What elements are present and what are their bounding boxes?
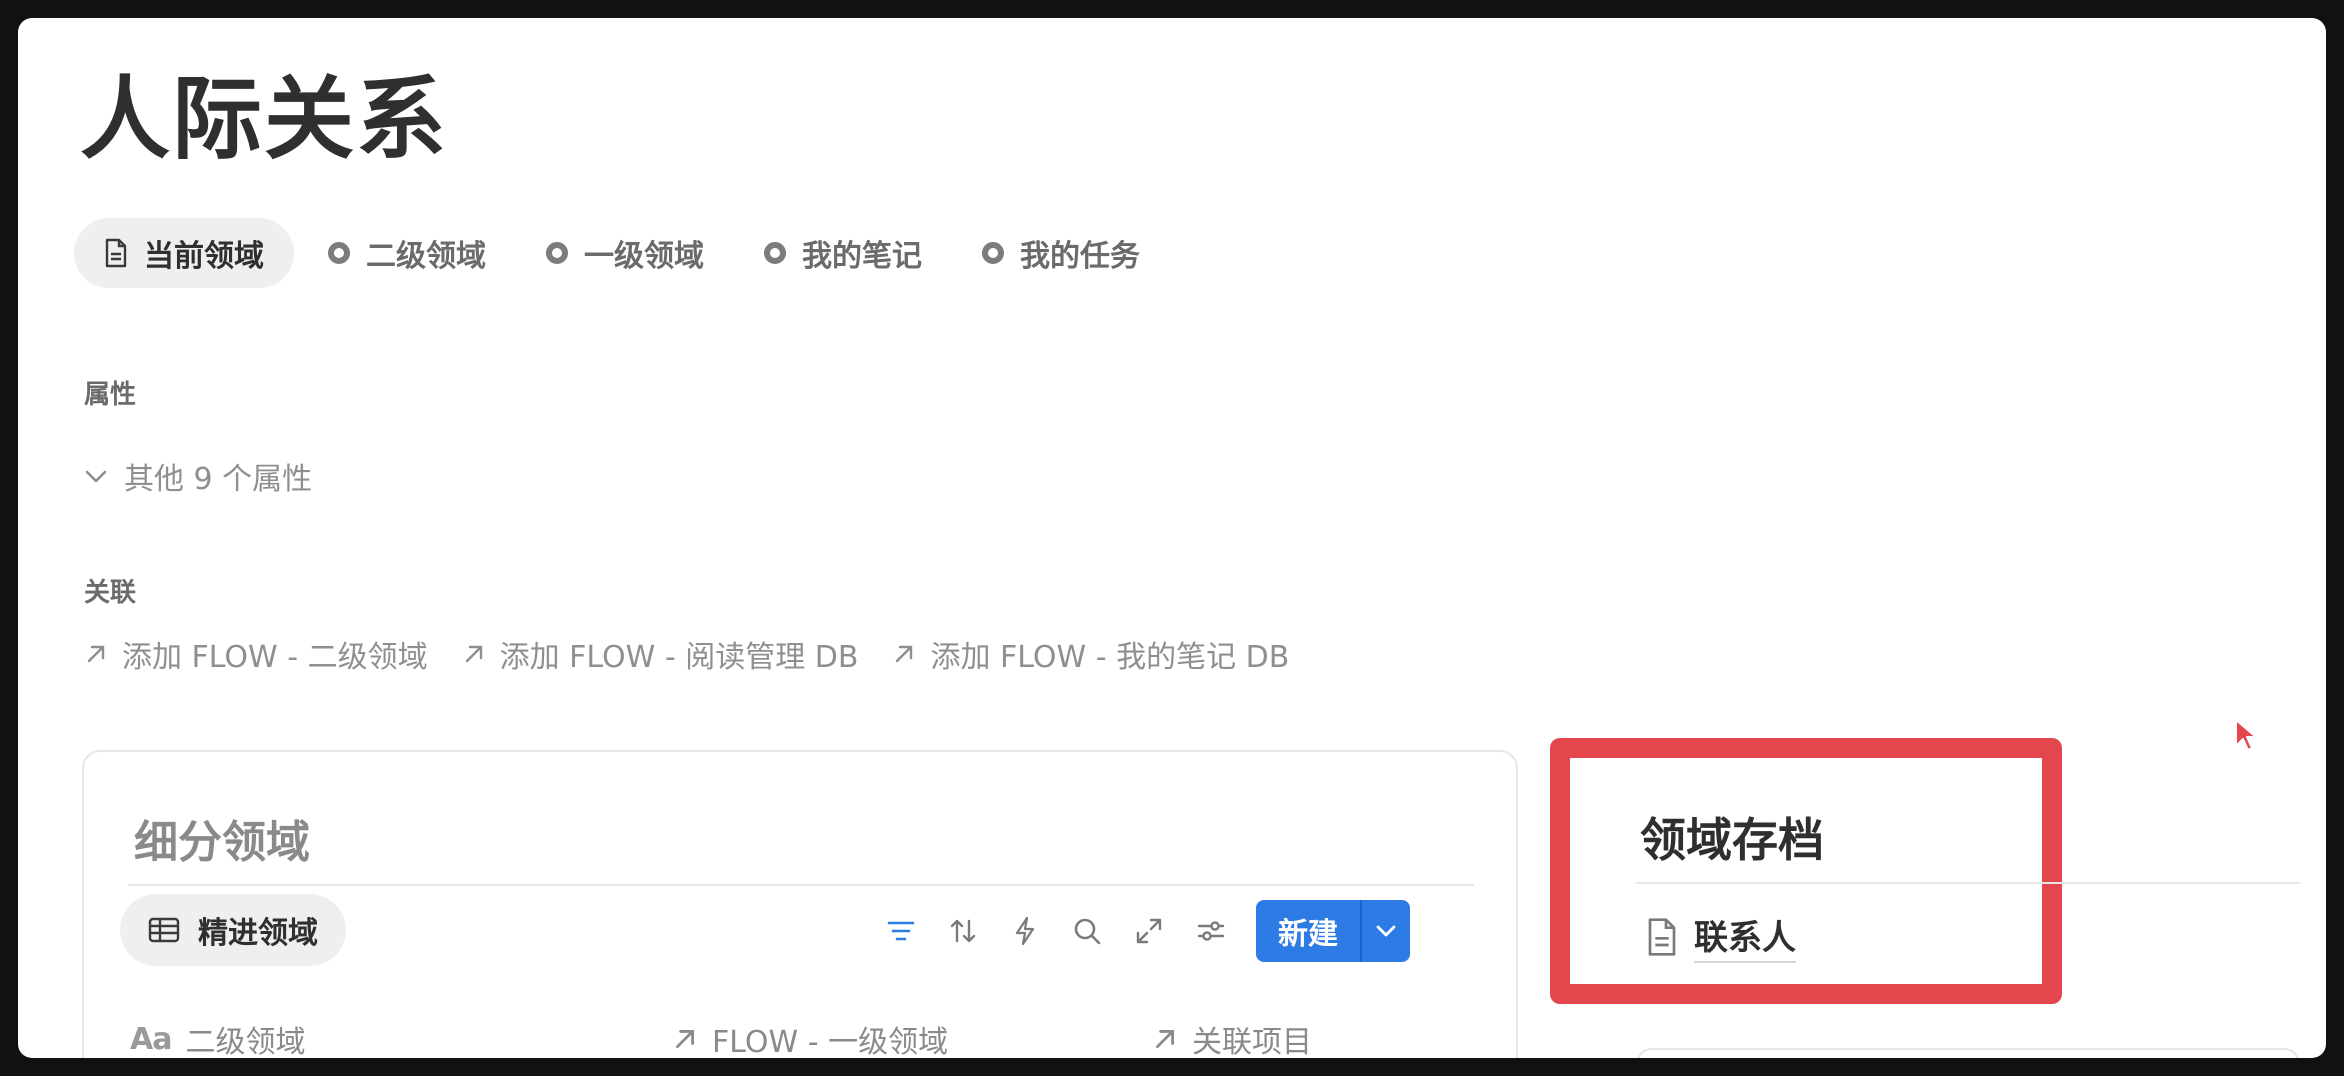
- new-button[interactable]: 新建: [1256, 900, 1360, 962]
- relations-heading: 关联: [84, 578, 137, 608]
- table-icon: [148, 917, 180, 943]
- arrow-up-right-icon: [892, 642, 916, 666]
- search-icon[interactable]: [1056, 900, 1118, 962]
- new-dropdown-button[interactable]: [1360, 900, 1410, 962]
- tab-level1-domain[interactable]: 一级领域: [518, 218, 732, 288]
- ring-icon: [546, 242, 568, 264]
- automation-bolt-icon[interactable]: [994, 900, 1056, 962]
- chevron-down-icon: [1376, 925, 1396, 937]
- relation-arrow-icon: [1152, 1026, 1178, 1052]
- page-icon: [1646, 916, 1678, 958]
- highlight-box: [1550, 738, 2062, 1004]
- relation-arrow-icon: [672, 1026, 698, 1052]
- tab-label: 二级领域: [366, 239, 486, 274]
- tab-label: 当前领域: [144, 239, 264, 274]
- divider: [1636, 882, 2300, 884]
- page-title: 人际关系: [80, 67, 448, 172]
- add-relation-link[interactable]: 添加 FLOW - 二级领域: [84, 632, 428, 676]
- more-properties-toggle[interactable]: 其他 9 个属性: [84, 454, 312, 498]
- more-properties-label: 其他 9 个属性: [124, 462, 313, 497]
- column-header[interactable]: 关联项目: [1152, 1014, 1312, 1058]
- tab-my-notes[interactable]: 我的笔记: [736, 218, 950, 288]
- tab-my-tasks[interactable]: 我的任务: [954, 218, 1168, 288]
- subdomain-database-card: 细分领域 精进领域 新建 Aa 二级领域 FLOW - 一级领域 关联项目: [82, 750, 1518, 1058]
- column-label: 关联项目: [1192, 1025, 1312, 1058]
- filter-icon[interactable]: [870, 900, 932, 962]
- expand-icon[interactable]: [1118, 900, 1180, 962]
- sort-icon[interactable]: [932, 900, 994, 962]
- tab-label: 我的笔记: [802, 239, 922, 274]
- add-relation-link[interactable]: 添加 FLOW - 我的笔记 DB: [892, 632, 1289, 676]
- relation-label: 添加 FLOW - 二级领域: [122, 640, 428, 675]
- tab-level2-domain[interactable]: 二级领域: [300, 218, 514, 288]
- database-toolbar: 新建: [870, 900, 1410, 962]
- settings-sliders-icon[interactable]: [1180, 900, 1242, 962]
- divider: [128, 884, 1474, 886]
- view-tab-table[interactable]: 精进领域: [120, 894, 346, 966]
- tab-current-domain[interactable]: 当前领域: [74, 218, 294, 288]
- arrow-up-right-icon: [84, 642, 108, 666]
- archive-item-link[interactable]: 联系人: [1646, 910, 1796, 963]
- column-label: 二级领域: [185, 1025, 306, 1058]
- column-label: FLOW - 一级领域: [712, 1025, 949, 1058]
- archive-item-label: 联系人: [1694, 910, 1796, 963]
- arrow-up-right-icon: [462, 642, 486, 666]
- next-card: [1636, 1048, 2300, 1058]
- mouse-cursor-icon: [2234, 718, 2257, 756]
- ring-icon: [328, 242, 350, 264]
- relation-label: 添加 FLOW - 我的笔记 DB: [930, 640, 1290, 675]
- add-relation-link[interactable]: 添加 FLOW - 阅读管理 DB: [462, 632, 859, 676]
- relation-label: 添加 FLOW - 阅读管理 DB: [499, 640, 859, 675]
- tab-label: 一级领域: [584, 239, 704, 274]
- database-title[interactable]: 细分领域: [134, 806, 310, 870]
- column-header[interactable]: Aa 二级领域: [130, 1014, 306, 1059]
- aa-text-icon: Aa: [130, 1021, 172, 1057]
- properties-heading: 属性: [84, 380, 137, 410]
- ring-icon: [764, 242, 786, 264]
- ring-icon: [982, 242, 1004, 264]
- archive-title: 领域存档: [1640, 813, 1824, 867]
- new-button-group: 新建: [1256, 900, 1410, 962]
- tab-label: 我的任务: [1020, 239, 1140, 274]
- view-tab-label: 精进领域: [198, 916, 318, 951]
- app-window: 人际关系 当前领域 二级领域 一级领域 我的笔记 我的任务 属性 其他 9 个属…: [18, 18, 2326, 1058]
- page-icon: [104, 238, 128, 268]
- column-header[interactable]: FLOW - 一级领域: [672, 1014, 948, 1058]
- tab-bar: 当前领域 二级领域 一级领域 我的笔记 我的任务: [74, 218, 1172, 288]
- table-header-row: Aa 二级领域 FLOW - 一级领域 关联项目: [130, 1014, 1510, 1059]
- chevron-down-icon: [84, 468, 108, 484]
- relations-list: 添加 FLOW - 二级领域 添加 FLOW - 阅读管理 DB 添加 FLOW…: [84, 632, 1323, 676]
